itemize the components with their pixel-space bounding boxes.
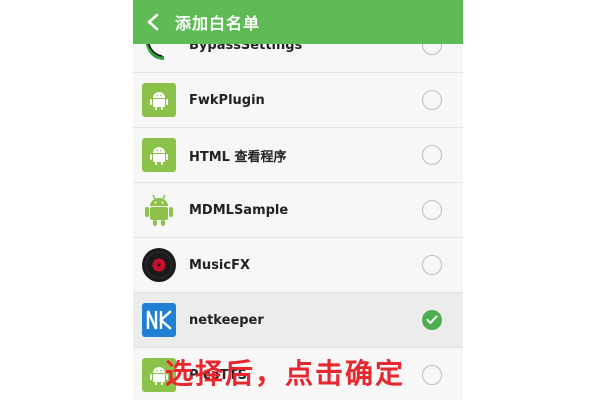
list-item-fwkplugin[interactable]: FwkPlugin [133, 73, 463, 128]
select-radio[interactable] [422, 145, 442, 165]
app-list: BypassSettings FwkPlugin HTML 查看程序 MDMLS… [133, 18, 463, 400]
app-name: FwkPlugin [189, 92, 265, 108]
back-button[interactable] [133, 0, 173, 44]
app-name: HTML 查看程序 [189, 149, 287, 165]
phone-screen: 添加白名单 BypassSettings FwkPlugin HTML 查看程序… [133, 0, 463, 400]
instruction-caption: 选择后，点击确定 [165, 357, 406, 390]
app-name: MDMLSample [189, 202, 289, 218]
android-icon [141, 82, 177, 118]
chevron-left-icon [147, 13, 159, 31]
app-header: 添加白名单 [133, 0, 463, 44]
list-item-musicfx[interactable]: MusicFX [133, 238, 463, 293]
app-name: MusicFX [189, 257, 250, 273]
checkmark-icon [426, 315, 438, 324]
list-item-html-viewer[interactable]: HTML 查看程序 [133, 128, 463, 183]
select-radio[interactable] [422, 90, 442, 110]
select-radio-checked[interactable] [422, 310, 442, 330]
netkeeper-nk-icon [141, 302, 177, 338]
android-icon [141, 137, 177, 173]
list-item-mdmlsample[interactable]: MDMLSample [133, 183, 463, 238]
android-robot-icon [141, 192, 177, 228]
page-title: 添加白名单 [175, 14, 261, 33]
select-radio[interactable] [422, 255, 442, 275]
select-radio[interactable] [422, 365, 442, 385]
app-name: netkeeper [189, 312, 264, 328]
vinyl-record-icon [141, 247, 177, 283]
list-item-netkeeper[interactable]: netkeeper [133, 293, 463, 348]
select-radio[interactable] [422, 200, 442, 220]
